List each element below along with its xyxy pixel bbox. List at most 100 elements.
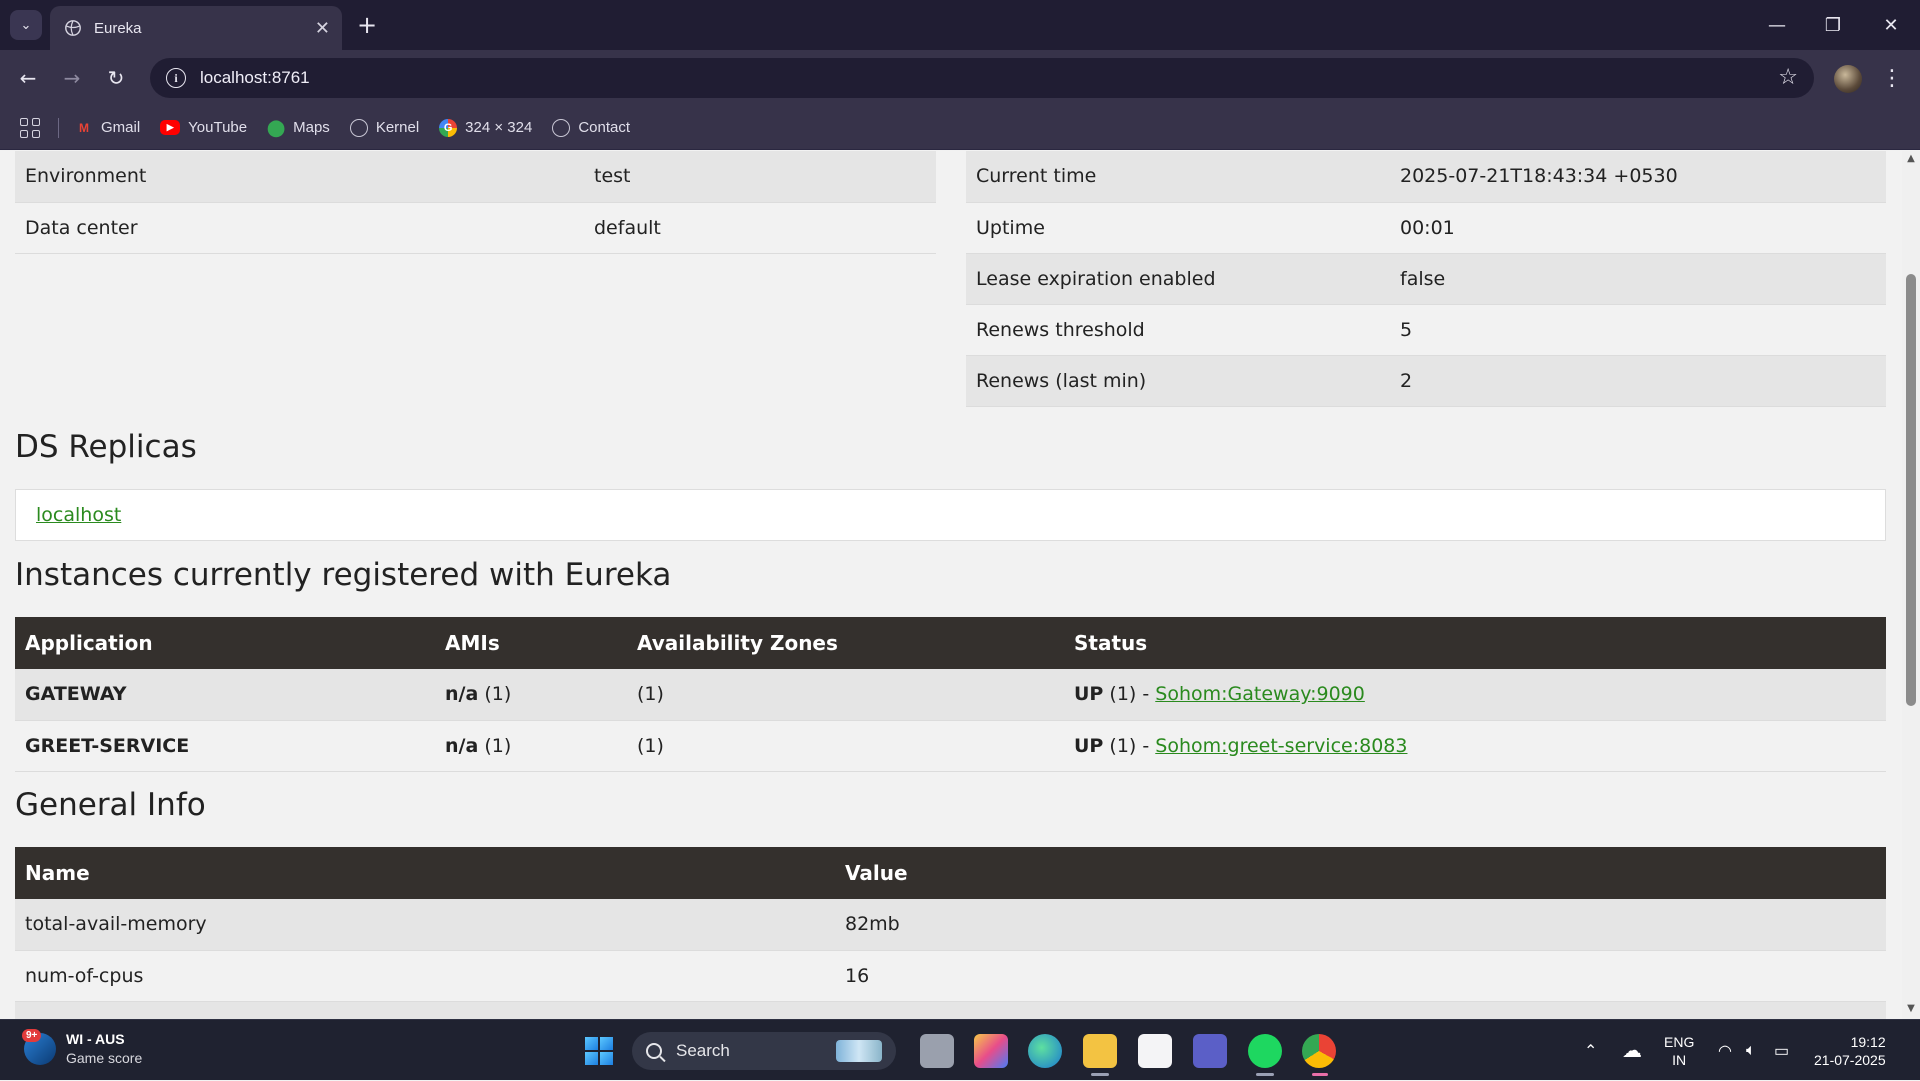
instance-link[interactable]: Sohom:Gateway:9090 bbox=[1155, 683, 1365, 705]
ds-replicas-box: localhost bbox=[15, 489, 1886, 541]
application-name: GREET-SERVICE bbox=[15, 720, 435, 772]
site-info-icon[interactable]: i bbox=[166, 68, 186, 88]
table-row bbox=[15, 1001, 1886, 1019]
clock-time: 19:12 bbox=[1850, 1033, 1886, 1050]
info-value: 82mb bbox=[835, 899, 1886, 951]
info-name: num-of-cpus bbox=[15, 950, 835, 1002]
minimize-button[interactable]: — bbox=[1754, 10, 1800, 40]
info-value bbox=[835, 1001, 1886, 1019]
instances-heading: Instances currently registered with Eure… bbox=[15, 557, 672, 593]
teams-icon[interactable] bbox=[1193, 1034, 1227, 1068]
table-row: Data center default bbox=[15, 202, 936, 254]
gmail-icon: M bbox=[79, 120, 89, 135]
edge-icon[interactable] bbox=[1028, 1034, 1062, 1068]
table-row: Lease expiration enabled false bbox=[966, 253, 1886, 305]
column-header: Availability Zones bbox=[627, 617, 1064, 669]
page-scrollbar[interactable]: ▲ ▼ bbox=[1902, 151, 1920, 1019]
start-button[interactable] bbox=[582, 1034, 616, 1068]
active-indicator bbox=[1312, 1073, 1328, 1076]
page-viewport: Environment test Data center default Cur… bbox=[0, 151, 1902, 1019]
language-bottom: IN bbox=[1672, 1051, 1687, 1068]
zones-cell: (1) bbox=[627, 669, 1064, 721]
ami-count: (1) bbox=[484, 683, 512, 706]
bookmark-324[interactable]: G 324 × 324 bbox=[439, 118, 532, 137]
scroll-thumb[interactable] bbox=[1906, 274, 1916, 706]
close-window-button[interactable]: ✕ bbox=[1868, 10, 1914, 40]
browser-menu-button[interactable]: ⋮ bbox=[1880, 62, 1904, 94]
copilot-icon[interactable] bbox=[974, 1034, 1008, 1068]
file-explorer-icon[interactable] bbox=[1083, 1034, 1117, 1076]
windows-taskbar: 9+ WI - AUS Game score Search ⌃ ☁ ENG IN… bbox=[0, 1019, 1920, 1080]
language-indicator[interactable]: ENG IN bbox=[1664, 1020, 1694, 1081]
bookmark-kernel[interactable]: Kernel bbox=[349, 118, 420, 137]
taskbar-search[interactable]: Search bbox=[632, 1032, 896, 1070]
onedrive-cloud-icon[interactable]: ☁ bbox=[1622, 1020, 1642, 1081]
bookmark-gmail[interactable]: M Gmail bbox=[75, 119, 140, 137]
widgets-button[interactable]: 9+ WI - AUS Game score bbox=[22, 1029, 143, 1068]
chrome-icon[interactable] bbox=[1302, 1034, 1336, 1076]
application-name: GATEWAY bbox=[15, 669, 435, 721]
maps-icon: ⬤ bbox=[267, 119, 286, 137]
back-button[interactable]: ← bbox=[12, 62, 44, 94]
table-row: GREET-SERVICE n/a (1) (1) UP (1) - Sohom… bbox=[15, 720, 1886, 772]
table-row: GATEWAY n/a (1) (1) UP (1) - Sohom:Gatew… bbox=[15, 669, 1886, 721]
status-name: Renews threshold bbox=[966, 304, 1390, 356]
table-row: Environment test bbox=[15, 151, 936, 203]
scroll-down-arrow-icon[interactable]: ▼ bbox=[1906, 1004, 1916, 1014]
clock[interactable]: 19:12 21-07-2025 bbox=[1814, 1020, 1886, 1081]
clock-date: 21-07-2025 bbox=[1814, 1051, 1886, 1068]
ami-cell: n/a (1) bbox=[435, 720, 627, 772]
battery-icon[interactable]: ▭ bbox=[1774, 1020, 1789, 1081]
system-status-left-table: Environment test Data center default bbox=[15, 151, 936, 254]
url-text[interactable]: localhost:8761 bbox=[200, 68, 310, 88]
tray-overflow-chevron-icon[interactable]: ⌃ bbox=[1584, 1020, 1597, 1081]
status-value: 2 bbox=[1390, 355, 1886, 407]
info-value: 16 bbox=[835, 950, 1886, 1002]
bookmarks-bar: M Gmail ▶ YouTube ⬤ Maps Kernel G 324 × … bbox=[0, 106, 1920, 150]
task-view-icon[interactable] bbox=[920, 1034, 954, 1068]
table-header-row: Name Value bbox=[15, 847, 1886, 899]
bookmark-star-icon[interactable]: ☆ bbox=[1778, 65, 1798, 90]
globe-icon bbox=[552, 118, 571, 137]
instance-link[interactable]: Sohom:greet-service:8083 bbox=[1155, 735, 1407, 757]
widget-subtitle: Game score bbox=[66, 1050, 143, 1066]
profile-avatar[interactable] bbox=[1834, 65, 1862, 93]
status-value: 5 bbox=[1390, 304, 1886, 356]
info-name bbox=[15, 1001, 835, 1019]
active-indicator bbox=[1256, 1073, 1274, 1076]
table-header-row: Application AMIs Availability Zones Stat… bbox=[15, 617, 1886, 669]
forward-button[interactable]: → bbox=[56, 62, 88, 94]
replica-link[interactable]: localhost bbox=[36, 504, 121, 526]
bookmark-label: Kernel bbox=[375, 119, 420, 136]
apps-grid-icon[interactable] bbox=[20, 117, 40, 138]
cricket-score-icon: 9+ bbox=[22, 1029, 56, 1065]
volume-icon[interactable]: 🔈︎ bbox=[1746, 1020, 1756, 1081]
general-info-heading: General Info bbox=[15, 787, 206, 823]
search-label: Search bbox=[676, 1041, 730, 1060]
bookmark-label: Gmail bbox=[101, 119, 141, 136]
active-indicator bbox=[1091, 1073, 1109, 1076]
close-icon[interactable]: ✕ bbox=[315, 18, 330, 39]
tab-eureka[interactable]: Eureka ✕ bbox=[50, 6, 342, 50]
address-bar[interactable]: i localhost:8761 ☆ bbox=[150, 58, 1814, 98]
restore-button[interactable]: ❐ bbox=[1810, 10, 1856, 40]
wifi-icon[interactable]: ◠ bbox=[1718, 1020, 1732, 1081]
scroll-up-arrow-icon[interactable]: ▲ bbox=[1906, 154, 1916, 164]
bookmark-contact[interactable]: Contact bbox=[552, 118, 630, 137]
table-row: Uptime 00:01 bbox=[966, 202, 1886, 254]
new-tab-button[interactable]: + bbox=[352, 10, 382, 40]
status-name: Environment bbox=[15, 151, 584, 203]
spotify-icon[interactable] bbox=[1248, 1034, 1282, 1076]
zones-cell: (1) bbox=[627, 720, 1064, 772]
browser-tab-strip: ⌄ Eureka ✕ + — ❐ ✕ bbox=[0, 0, 1920, 50]
ami-value: n/a bbox=[445, 683, 479, 706]
bookmark-maps[interactable]: ⬤ Maps bbox=[267, 119, 330, 137]
status-value: 2025-07-21T18:43:34 +0530 bbox=[1390, 151, 1886, 203]
search-icon bbox=[646, 1043, 662, 1059]
status-value: default bbox=[584, 202, 936, 254]
reload-button[interactable]: ↻ bbox=[100, 62, 132, 94]
ds-replicas-heading: DS Replicas bbox=[15, 429, 197, 465]
bookmark-youtube[interactable]: ▶ YouTube bbox=[160, 119, 247, 136]
microsoft-store-icon[interactable] bbox=[1138, 1034, 1172, 1068]
tab-search-button[interactable]: ⌄ bbox=[10, 10, 42, 40]
